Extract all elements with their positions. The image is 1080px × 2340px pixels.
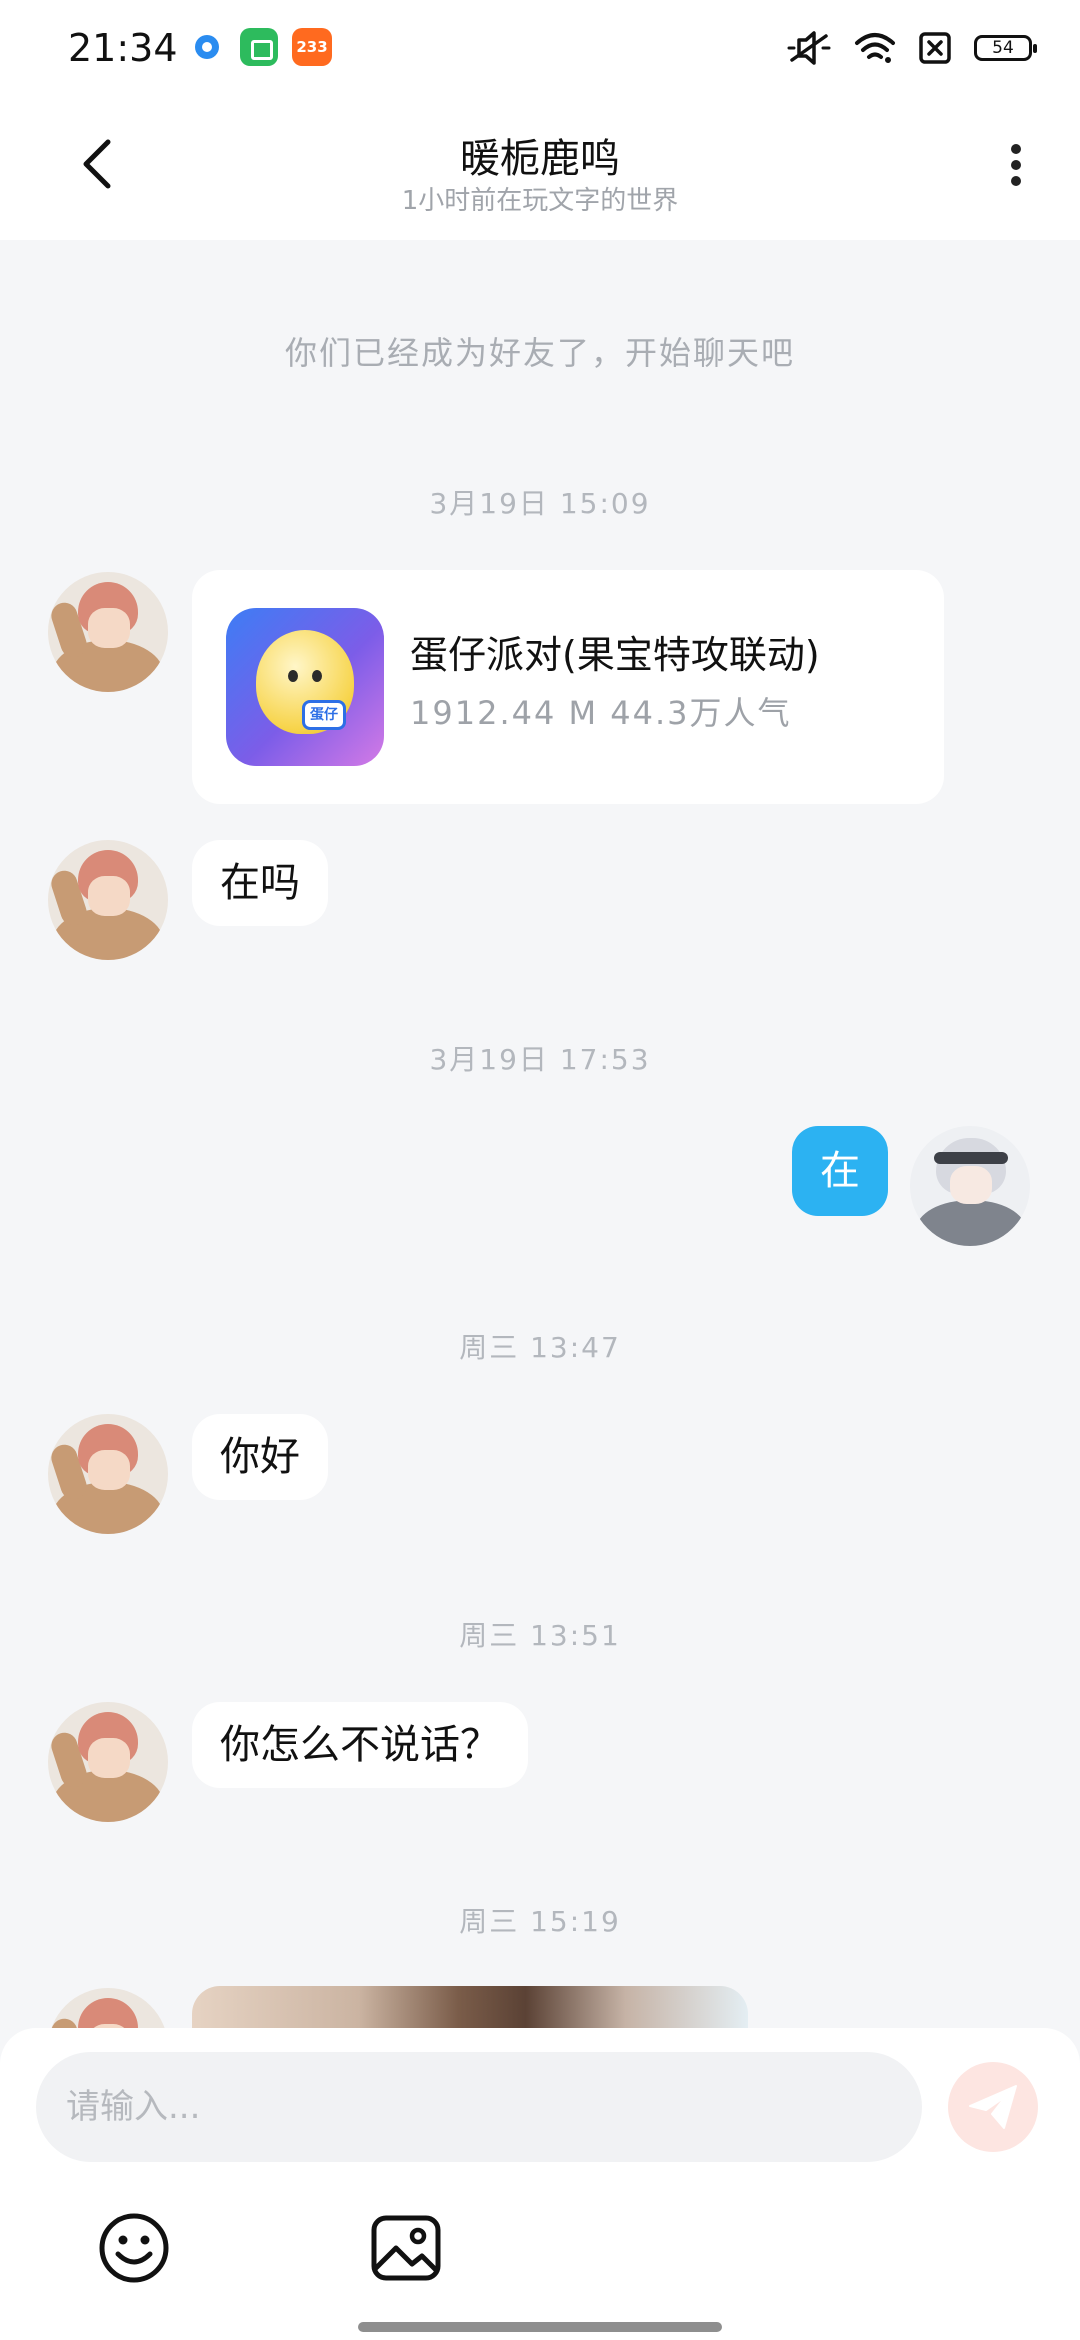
- timestamp: 周三 13:47: [459, 1331, 621, 1364]
- home-indicator[interactable]: [358, 2322, 722, 2332]
- mute-icon: [787, 31, 831, 65]
- friend-added-notice: 你们已经成为好友了，开始聊天吧: [284, 334, 795, 372]
- page-title: 暖栀鹿鸣: [460, 136, 620, 182]
- message-bubble[interactable]: 在吗: [192, 840, 328, 926]
- status-icons: 54: [786, 26, 1037, 70]
- send-button[interactable]: [948, 2062, 1038, 2152]
- friend-avatar[interactable]: [48, 1702, 168, 1822]
- message-list[interactable]: 你们已经成为好友了，开始聊天吧 3月19日 15:09 蛋仔 蛋仔派对(果宝特攻…: [0, 240, 1080, 2028]
- timestamp: 周三 15:19: [459, 1905, 621, 1938]
- timestamp: 3月19日 15:09: [429, 487, 651, 520]
- wifi-icon: [855, 33, 895, 63]
- friend-avatar[interactable]: [48, 1414, 168, 1534]
- emoji-icon[interactable]: [96, 2210, 172, 2286]
- game-share-card[interactable]: 蛋仔 蛋仔派对(果宝特攻联动) 1912.44 M 44.3万人气: [192, 570, 944, 804]
- game-app-icon: 蛋仔: [226, 608, 384, 766]
- send-icon: [969, 2085, 1017, 2129]
- timestamp: 周三 13:51: [459, 1619, 621, 1652]
- friend-avatar[interactable]: [48, 1988, 168, 2028]
- clock: 21:34: [68, 26, 178, 70]
- game-title: 蛋仔派对(果宝特攻联动): [410, 633, 820, 677]
- message-bubble[interactable]: 你好: [192, 1414, 328, 1500]
- game-meta: 1912.44 M 44.3万人气: [410, 694, 792, 732]
- more-options-icon[interactable]: [992, 138, 1040, 198]
- timestamp: 3月19日 17:53: [429, 1043, 651, 1076]
- friend-avatar[interactable]: [48, 572, 168, 692]
- online-status: 1小时前在玩文字的世界: [401, 186, 679, 216]
- sim-off-icon: [919, 32, 951, 64]
- image-message[interactable]: [192, 1986, 748, 2028]
- my-message-bubble[interactable]: 在: [792, 1126, 888, 1216]
- image-picker-icon[interactable]: [368, 2210, 444, 2286]
- status-bar: 21:34 233 54: [0, 0, 1080, 96]
- battery-icon: 54: [974, 35, 1037, 61]
- message-input[interactable]: [36, 2052, 922, 2162]
- notification-app-icon: [188, 28, 226, 66]
- friend-avatar[interactable]: [48, 840, 168, 960]
- notification-shop-icon: [240, 28, 278, 66]
- composer-panel: [0, 2028, 1080, 2340]
- my-avatar[interactable]: [910, 1126, 1030, 1246]
- message-bubble[interactable]: 你怎么不说话？: [192, 1702, 528, 1788]
- game-icon-badge: 蛋仔: [302, 700, 346, 730]
- notification-233-icon: 233: [292, 28, 332, 66]
- chat-header: 暖栀鹿鸣 1小时前在玩文字的世界: [0, 96, 1080, 240]
